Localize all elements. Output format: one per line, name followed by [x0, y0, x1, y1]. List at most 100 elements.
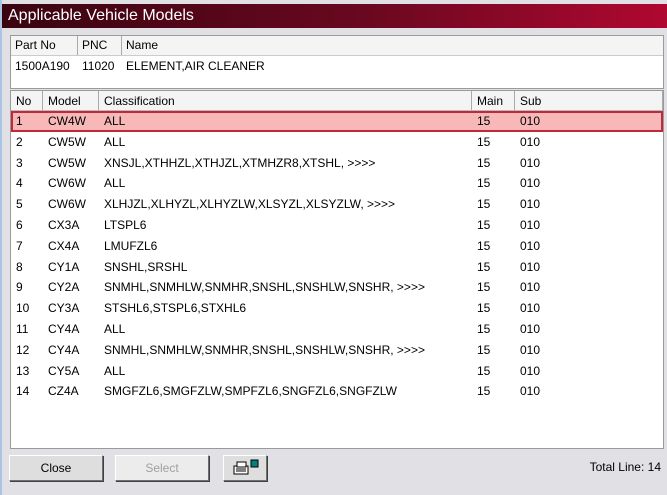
cell-no: 12 — [16, 342, 30, 357]
col-no[interactable]: No — [11, 91, 43, 110]
vehicle-models-table: No Model Classification Main Sub 1 CW4W AL… — [10, 90, 664, 449]
dialog-window: Applicable Vehicle Models Part No PNC Na… — [2, 0, 667, 495]
cell-model: CY4A — [48, 321, 80, 336]
col-sub[interactable]: Sub — [515, 91, 663, 110]
table-row[interactable]: 1 CW4W ALL 15 010 — [11, 111, 663, 132]
cell-main: 15 — [477, 342, 491, 357]
print-button[interactable] — [223, 455, 267, 481]
cell-no: 4 — [16, 176, 23, 191]
table-row[interactable]: 6 CX3A LTSPL6 15 010 — [11, 215, 663, 236]
cell-main: 15 — [477, 301, 491, 316]
cell-classification: ALL — [104, 134, 126, 149]
cell-classification: LTSPL6 — [104, 217, 147, 232]
cell-sub: 010 — [520, 134, 541, 149]
part-no-value: 1500A190 — [15, 59, 70, 73]
select-button[interactable]: Select — [115, 455, 209, 481]
cell-model: CY3A — [48, 301, 80, 316]
cell-sub: 010 — [520, 384, 541, 399]
printer-icon — [233, 459, 259, 475]
cell-model: CY1A — [48, 259, 80, 274]
cell-model: CW5W — [48, 155, 86, 170]
table-row[interactable]: 7 CX4A LMUFZL6 15 010 — [11, 236, 663, 257]
cell-no: 13 — [16, 363, 30, 378]
cell-classification: SNSHL,SRSHL — [104, 259, 188, 274]
cell-classification: SNMHL,SNMHLW,SNMHR,SNSHL,SNSHLW,SNSHR, >… — [104, 280, 425, 295]
cell-classification: ALL — [104, 321, 126, 336]
cell-no: 1 — [16, 114, 23, 128]
pnc-value: 11020 — [82, 59, 115, 73]
cell-classification: LMUFZL6 — [104, 238, 158, 253]
cell-classification: XNSJL,XTHHZL,XTHJZL,XTMHZR8,XTSHL, >>>> — [104, 155, 376, 170]
col-model[interactable]: Model — [43, 91, 99, 110]
close-button[interactable]: Close — [9, 455, 103, 481]
cell-no: 10 — [16, 301, 30, 316]
table-header: No Model Classification Main Sub — [11, 91, 663, 111]
cell-sub: 010 — [520, 217, 541, 232]
table-row[interactable]: 14 CZ4A SMGFZL6,SMGFZLW,SMPFZL6,SNGFZL6,SN… — [11, 381, 663, 402]
cell-no: 6 — [16, 217, 23, 232]
cell-no: 3 — [16, 155, 23, 170]
cell-main: 15 — [477, 197, 491, 212]
cell-classification: XLHJZL,XLHYZL,XLHYZLW,XLSYZL,XLSYZLW, >>… — [104, 197, 396, 212]
total-line: Total Line: 14 — [589, 460, 661, 474]
cell-main: 15 — [477, 321, 491, 336]
cell-model: CW4W — [48, 114, 86, 128]
table-row[interactable]: 12 CY4A SNMHL,SNMHLW,SNMHR,SNSHL,SNSHLW,SN… — [11, 340, 663, 361]
col-main[interactable]: Main — [472, 91, 515, 110]
cell-sub: 010 — [520, 259, 541, 274]
cell-main: 15 — [477, 134, 491, 149]
table-row[interactable]: 2 CW5W ALL 15 010 — [11, 132, 663, 153]
cell-model: CY4A — [48, 342, 80, 357]
part-info-panel: Part No PNC Name 1500A190 11020 ELEMENT,… — [10, 35, 664, 89]
table-row[interactable]: 11 CY4A ALL 15 010 — [11, 319, 663, 340]
cell-classification: STSHL6,STSPL6,STXHL6 — [104, 301, 247, 316]
cell-main: 15 — [477, 384, 491, 399]
name-value: ELEMENT,AIR CLEANER — [126, 59, 265, 73]
header-part-no: Part No — [11, 36, 78, 55]
cell-main: 15 — [477, 217, 491, 232]
cell-sub: 010 — [520, 155, 541, 170]
cell-model: CZ4A — [48, 384, 79, 399]
cell-sub: 010 — [520, 197, 541, 212]
table-row[interactable]: 9 CY2A SNMHL,SNMHLW,SNMHR,SNSHL,SNSHLW,SNS… — [11, 277, 663, 298]
cell-sub: 010 — [520, 114, 541, 128]
cell-no: 7 — [16, 238, 23, 253]
title-bar: Applicable Vehicle Models — [2, 4, 667, 28]
col-classification[interactable]: Classification — [99, 91, 472, 110]
cell-no: 8 — [16, 259, 23, 274]
cell-model: CW5W — [48, 134, 86, 149]
cell-classification: ALL — [104, 176, 126, 191]
table-row[interactable]: 4 CW6W ALL 15 010 — [11, 173, 663, 194]
cell-sub: 010 — [520, 280, 541, 295]
cell-no: 2 — [16, 134, 23, 149]
cell-sub: 010 — [520, 342, 541, 357]
cell-main: 15 — [477, 176, 491, 191]
cell-sub: 010 — [520, 176, 541, 191]
table-row[interactable]: 13 CY5A ALL 15 010 — [11, 361, 663, 382]
cell-model: CW6W — [48, 176, 86, 191]
cell-model: CW6W — [48, 197, 86, 212]
table-row[interactable]: 8 CY1A SNSHL,SRSHL 15 010 — [11, 257, 663, 278]
cell-model: CY5A — [48, 363, 80, 378]
table-row[interactable]: 10 CY3A STSHL6,STSPL6,STXHL6 15 010 — [11, 298, 663, 319]
header-name: Name — [126, 38, 159, 52]
header-pnc: PNC — [78, 36, 122, 55]
cell-sub: 010 — [520, 238, 541, 253]
table-row[interactable]: 5 CW6W XLHJZL,XLHYZL,XLHYZLW,XLSYZL,XLSYZL… — [11, 194, 663, 215]
cell-classification: SMGFZL6,SMGFZLW,SMPFZL6,SNGFZL6,SNGFZLW — [104, 384, 397, 399]
cell-no: 14 — [16, 384, 30, 399]
cell-model: CY2A — [48, 280, 80, 295]
cell-sub: 010 — [520, 363, 541, 378]
table-row[interactable]: 3 CW5W XNSJL,XTHHZL,XTHJZL,XTMHZR8,XTSHL, … — [11, 153, 663, 174]
cell-main: 15 — [477, 155, 491, 170]
cell-classification: SNMHL,SNMHLW,SNMHR,SNSHL,SNSHLW,SNSHR, >… — [104, 342, 425, 357]
cell-model: CX3A — [48, 217, 80, 232]
cell-main: 15 — [477, 238, 491, 253]
cell-main: 15 — [477, 259, 491, 274]
cell-no: 11 — [16, 321, 29, 336]
cell-no: 9 — [16, 280, 23, 295]
cell-sub: 010 — [520, 321, 541, 336]
cell-no: 5 — [16, 197, 23, 212]
cell-sub: 010 — [520, 301, 541, 316]
cell-classification: ALL — [104, 114, 126, 128]
